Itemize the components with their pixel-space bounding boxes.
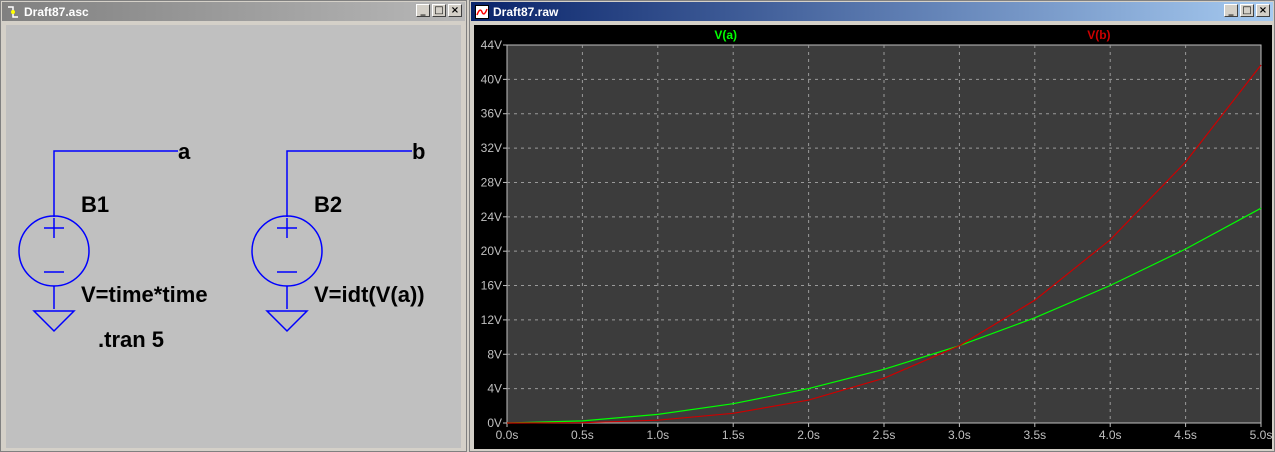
net-label-a[interactable]: a xyxy=(178,139,191,164)
ground-symbol-2 xyxy=(265,310,309,333)
y-tick-label: 4V xyxy=(487,382,502,396)
y-tick-label: 20V xyxy=(481,244,502,258)
net-label-b[interactable]: b xyxy=(412,139,425,164)
plot-pane[interactable]: 0.0s 0.5s 1.0s 1.5s 2.0s 2.5s 3.0s 3.5s 4.0s 4.5s… xyxy=(474,25,1272,449)
x-tick-label: 5.0s xyxy=(1250,428,1272,442)
b1-plus-sign xyxy=(44,218,64,238)
y-tick-label: 24V xyxy=(481,210,502,224)
schematic-canvas[interactable]: a b B1 B2 V=time*time V=idt(V(a)) .tran … xyxy=(6,25,461,448)
y-tick-label: 16V xyxy=(481,279,502,293)
close-button[interactable]: × xyxy=(1256,4,1270,17)
x-tick-label: 1.0s xyxy=(646,428,669,442)
legend-va: V(a) xyxy=(714,28,737,42)
schematic-title: Draft87.asc xyxy=(24,4,89,19)
legend-vb: V(b) xyxy=(1087,28,1110,42)
waveform-window: Draft87.raw _ □ × 0.0s 0.5s 1.0s 1.5s 2.0s 2.… xyxy=(469,0,1275,452)
b2-plus-sign xyxy=(277,218,297,238)
y-tick-label: 28V xyxy=(481,175,502,189)
y-tick-label: 32V xyxy=(481,141,502,155)
y-tick-label: 44V xyxy=(481,38,502,52)
b1-name[interactable]: B1 xyxy=(81,192,109,217)
waveform-plot[interactable]: 0.0s 0.5s 1.0s 1.5s 2.0s 2.5s 3.0s 3.5s 4.0s 4.5s… xyxy=(474,25,1272,449)
x-tick-label: 2.5s xyxy=(873,428,896,442)
waveform-icon xyxy=(475,4,489,19)
waveform-title: Draft87.raw xyxy=(493,4,559,19)
tran-directive[interactable]: .tran 5 xyxy=(98,327,164,352)
net-a-wire xyxy=(53,150,178,217)
b1-value[interactable]: V=time*time xyxy=(81,282,208,307)
ground-symbol-1 xyxy=(32,310,76,333)
x-tick-label: 4.0s xyxy=(1099,428,1122,442)
y-tick-label: 12V xyxy=(481,313,502,327)
x-tick-label: 2.0s xyxy=(797,428,820,442)
schematic-drawing: a b B1 B2 V=time*time V=idt(V(a)) .tran … xyxy=(18,139,425,352)
schematic-icon xyxy=(8,5,18,18)
y-tick-label: 0V xyxy=(487,416,502,430)
b2-value[interactable]: V=idt(V(a)) xyxy=(314,282,425,307)
minimize-button[interactable]: _ xyxy=(416,4,430,17)
close-button[interactable]: × xyxy=(448,4,462,17)
x-tick-label: 1.5s xyxy=(722,428,745,442)
x-tick-label: 3.0s xyxy=(948,428,971,442)
x-tick-label: 0.5s xyxy=(571,428,594,442)
x-tick-label: 4.5s xyxy=(1174,428,1197,442)
maximize-button[interactable]: □ xyxy=(432,4,446,17)
y-tick-label: 8V xyxy=(487,347,502,361)
schematic-titlebar[interactable]: Draft87.asc _ □ × xyxy=(2,2,465,21)
schematic-window: Draft87.asc _ □ × a b B1 B2 V=time*time … xyxy=(0,0,467,452)
b2-name[interactable]: B2 xyxy=(314,192,342,217)
waveform-titlebar[interactable]: Draft87.raw _ □ × xyxy=(471,2,1273,21)
x-tick-label: 0.0s xyxy=(496,428,519,442)
net-b-wire xyxy=(286,150,412,217)
minimize-button[interactable]: _ xyxy=(1224,4,1238,17)
y-tick-label: 40V xyxy=(481,72,502,86)
maximize-button[interactable]: □ xyxy=(1240,4,1254,17)
x-tick-label: 3.5s xyxy=(1023,428,1046,442)
y-tick-label: 36V xyxy=(481,107,502,121)
